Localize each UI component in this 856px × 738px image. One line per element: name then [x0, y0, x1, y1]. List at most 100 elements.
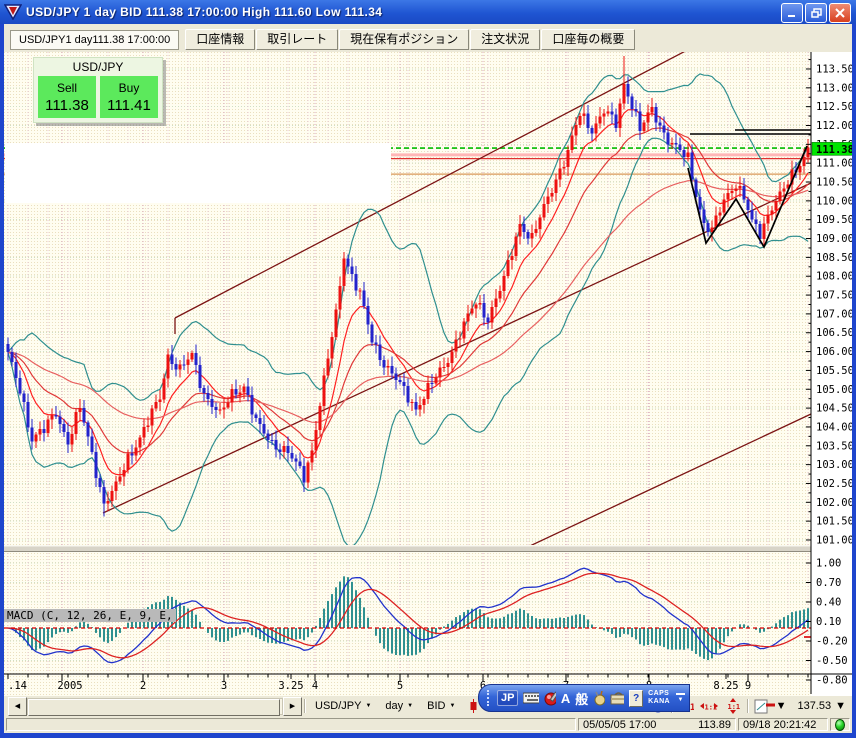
- sell-button[interactable]: Sell 111.38: [38, 76, 96, 118]
- svg-text:5: 5: [397, 680, 403, 692]
- svg-text:9: 9: [745, 680, 751, 692]
- zoom-vertical-icon[interactable]: 1:1: [721, 698, 745, 714]
- svg-text:113.00: 113.00: [816, 82, 852, 94]
- connection-status-cell: [830, 718, 850, 731]
- tab-row: USD/JPY1 day111.38 17:00:00 口座情報取引レート現在保…: [4, 24, 852, 52]
- svg-text:102.50: 102.50: [816, 478, 852, 490]
- chart-window-caption[interactable]: USD/JPY1 day111.38 17:00:00: [10, 30, 179, 50]
- chevron-down-icon: ▼: [835, 700, 846, 712]
- chevron-down-icon: ▼: [365, 703, 371, 709]
- tab-4[interactable]: 口座毎の概要: [541, 29, 635, 50]
- sell-price: 111.38: [45, 97, 89, 114]
- chart-scrollbar[interactable]: [27, 698, 283, 715]
- svg-text:1:1: 1:1: [704, 704, 717, 712]
- price-side-dropdown-value: BID: [427, 700, 445, 712]
- chart-properties-icon[interactable]: ▼: [751, 699, 790, 714]
- svg-text:1.00: 1.00: [816, 558, 841, 570]
- ime-conversion-mode[interactable]: 般: [575, 689, 588, 708]
- svg-text:112.50: 112.50: [816, 101, 852, 113]
- svg-text:107.00: 107.00: [816, 308, 852, 320]
- ime-language-bar[interactable]: JP A 般 ? CAPS KANA: [478, 684, 690, 712]
- svg-text:2005: 2005: [57, 680, 82, 692]
- quote-panel: USD/JPY Sell 111.38 Buy 111.41: [33, 57, 163, 123]
- cursor-readout-cell: 05/05/05 17:00 113.89: [578, 718, 736, 731]
- toolbar-divider: [304, 699, 306, 713]
- ime-help-button[interactable]: ?: [629, 690, 643, 707]
- svg-text:3: 3: [221, 680, 227, 692]
- svg-text:3.25: 3.25: [278, 680, 303, 692]
- sell-label: Sell: [57, 81, 77, 95]
- svg-text:107.50: 107.50: [816, 290, 852, 302]
- svg-text:109.50: 109.50: [816, 214, 852, 226]
- cursor-price: 113.89: [698, 719, 731, 731]
- svg-text:102.00: 102.00: [816, 497, 852, 509]
- ime-tools-icon[interactable]: [593, 691, 605, 706]
- scrollbar-thumb[interactable]: [28, 699, 280, 716]
- toolbox-icon[interactable]: [610, 691, 624, 705]
- price-side-dropdown[interactable]: BID ▼: [420, 700, 462, 712]
- chart-toolbar: ◀ ▶ USD/JPY ▼ day ▼ BID ▼ ▼: [4, 696, 852, 716]
- svg-text:110.00: 110.00: [816, 195, 852, 207]
- svg-text:105.00: 105.00: [816, 384, 852, 396]
- tab-1[interactable]: 取引レート: [256, 29, 338, 50]
- clock-value: 09/18 20:21:42: [743, 719, 816, 731]
- chevron-down-icon: ▼: [407, 703, 413, 709]
- svg-text:2: 2: [140, 680, 146, 692]
- svg-text:108.00: 108.00: [816, 271, 852, 283]
- svg-text:.14: .14: [8, 680, 27, 692]
- ime-drag-handle[interactable]: [487, 690, 492, 706]
- zoom-level-value: 137.53: [797, 700, 831, 712]
- svg-text:111.00: 111.00: [816, 158, 852, 170]
- interval-dropdown[interactable]: day ▼: [378, 700, 420, 712]
- svg-text:0.10: 0.10: [816, 616, 841, 628]
- scroll-left-button[interactable]: ◀: [8, 697, 27, 716]
- svg-text:101.00: 101.00: [816, 534, 852, 546]
- scroll-right-button[interactable]: ▶: [283, 697, 302, 716]
- buy-price: 111.41: [107, 97, 151, 114]
- svg-text:103.50: 103.50: [816, 440, 852, 452]
- tab-3[interactable]: 注文状況: [470, 29, 540, 50]
- svg-text:1:1: 1:1: [727, 703, 740, 711]
- app-logo-icon: [4, 4, 22, 20]
- ime-minimize-button[interactable]: [676, 693, 685, 695]
- svg-text:4: 4: [312, 680, 318, 692]
- minimize-button[interactable]: [781, 3, 803, 23]
- chart-canvas[interactable]: 113.50113.00112.50112.00111.50111.00110.…: [4, 52, 852, 696]
- svg-text:-0.80: -0.80: [816, 675, 848, 687]
- svg-text:106.00: 106.00: [816, 346, 852, 358]
- ime-input-mode[interactable]: A: [561, 691, 570, 706]
- quote-pair-label: USD/JPY: [36, 60, 160, 74]
- symbol-dropdown[interactable]: USD/JPY ▼: [308, 700, 378, 712]
- svg-text:0.70: 0.70: [816, 577, 841, 589]
- ime-pen-icon[interactable]: [544, 691, 556, 706]
- toolbar-divider: [747, 699, 749, 713]
- svg-text:110.50: 110.50: [816, 177, 852, 189]
- kana-indicator[interactable]: KANA: [648, 698, 670, 706]
- chevron-down-icon: ▼: [776, 700, 787, 712]
- status-message-cell: [6, 718, 576, 731]
- svg-text:104.50: 104.50: [816, 403, 852, 415]
- macd-indicator-label[interactable]: MACD (C, 12, 26, E, 9, E,: [4, 609, 176, 622]
- redaction-rect: [5, 143, 391, 203]
- connection-status-icon: [835, 719, 845, 731]
- zoom-level-dropdown[interactable]: 137.53 ▼: [791, 700, 852, 712]
- tab-2[interactable]: 現在保有ポジション: [339, 29, 469, 50]
- zoom-horizontal-icon[interactable]: 1:1: [697, 699, 721, 713]
- title-bar[interactable]: USD/JPY 1 day BID 111.38 17:00:00 High 1…: [0, 0, 856, 24]
- interval-dropdown-value: day: [385, 700, 403, 712]
- ime-options-arrow[interactable]: ▼: [678, 697, 684, 703]
- buy-button[interactable]: Buy 111.41: [100, 76, 158, 118]
- window-title: USD/JPY 1 day BID 111.38 17:00:00 High 1…: [26, 5, 382, 19]
- restore-button[interactable]: [805, 3, 827, 23]
- svg-text:104.00: 104.00: [816, 421, 852, 433]
- svg-text:8.25: 8.25: [713, 680, 738, 692]
- keyboard-icon[interactable]: [523, 692, 538, 704]
- svg-text:113.50: 113.50: [816, 63, 852, 75]
- caps-indicator[interactable]: CAPS: [648, 690, 670, 698]
- close-button[interactable]: [829, 3, 851, 23]
- tab-0[interactable]: 口座情報: [185, 29, 255, 50]
- svg-text:101.50: 101.50: [816, 516, 852, 528]
- svg-text:111.38: 111.38: [816, 144, 852, 156]
- ime-language-button[interactable]: JP: [497, 690, 518, 706]
- svg-text:0.40: 0.40: [816, 597, 841, 609]
